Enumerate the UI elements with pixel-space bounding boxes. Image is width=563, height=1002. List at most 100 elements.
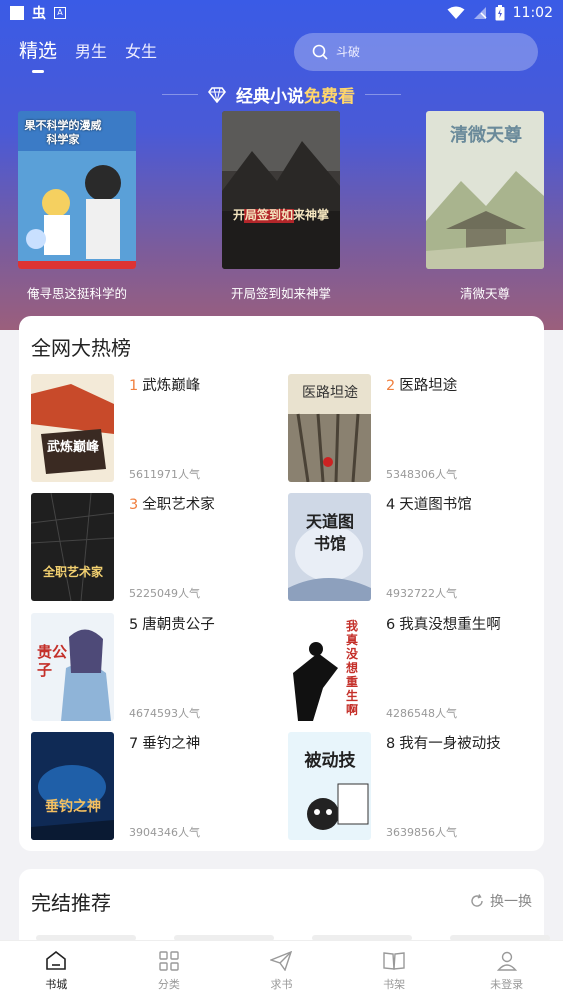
nav-profile[interactable]: 未登录: [450, 941, 563, 1002]
rank-number: 1: [129, 378, 139, 394]
hot-list-card: 全网大热榜 武炼巅峰 1 武炼巅峰 5611971人气 医路坦途 2 医路坦途 53…: [19, 316, 544, 851]
book-cover: 清微天尊: [426, 111, 544, 269]
book-title: 6 我真没想重生啊: [386, 613, 501, 634]
book-name: 武炼巅峰: [142, 378, 201, 394]
banner-divider-right: [365, 94, 401, 95]
nav-label: 书架: [383, 978, 406, 991]
cover-text: 我真没想重生啊: [346, 619, 359, 717]
popularity: 5225049人气: [129, 587, 200, 600]
diamond-icon: [208, 86, 226, 103]
book-item[interactable]: 贵公子 5 唐朝贵公子 4674593人气: [19, 613, 269, 721]
book-name: 垂钓之神: [142, 736, 201, 752]
book-item[interactable]: 天道图书馆 4 天道图书馆 4932722人气: [276, 493, 526, 601]
book-cover: 天道图书馆: [288, 493, 371, 601]
tab-female[interactable]: 女生: [125, 38, 157, 62]
section-title: 完结推荐: [31, 891, 111, 915]
refresh-button[interactable]: 换一换: [470, 891, 532, 911]
featured-book[interactable]: 清微天尊 清微天尊: [415, 111, 555, 302]
refresh-icon: [471, 894, 483, 907]
book-title: 1 武炼巅峰: [129, 374, 200, 395]
book-item[interactable]: 被动技 8 我有一身被动技 3639856人气: [276, 732, 526, 840]
book-cover: 医路坦途: [288, 374, 371, 482]
book-title: 4 天道图书馆: [386, 493, 472, 514]
nav-label: 分类: [157, 978, 180, 991]
popularity: 3639856人气: [386, 826, 457, 839]
nav-label: 求书: [270, 978, 293, 991]
popularity: 5348306人气: [386, 468, 457, 481]
book-name: 我有一身被动技: [399, 736, 501, 752]
clock: 11:02: [512, 5, 553, 21]
rank-number: 5: [129, 617, 139, 633]
cover-text: 被动技: [304, 751, 356, 771]
app-notification-icon: 虫: [32, 6, 46, 22]
home-icon: [46, 951, 67, 970]
search-input[interactable]: [336, 45, 516, 59]
notification-square-icon: [10, 6, 24, 20]
book-cover: 我真没想重生啊: [288, 613, 371, 721]
popularity: 3904346人气: [129, 826, 200, 839]
book-item[interactable]: 武炼巅峰 1 武炼巅峰 5611971人气: [19, 374, 269, 482]
nav-request[interactable]: 求书: [225, 941, 338, 1002]
banner-divider-left: [162, 94, 198, 95]
nav-label: 未登录: [490, 978, 524, 991]
book-name: 我真没想重生啊: [399, 617, 501, 633]
featured-book-title: 俺寻思这挺科学的: [26, 286, 127, 301]
book-title: 3 全职艺术家: [129, 493, 215, 514]
book-item[interactable]: 我真没想重生啊 6 我真没想重生啊 4286548人气: [276, 613, 526, 721]
bottom-nav: 书城 分类 求书 书架 未登录: [0, 940, 563, 1002]
popularity: 4674593人气: [129, 707, 200, 720]
popularity: 4286548人气: [386, 707, 457, 720]
grid-icon: [159, 951, 179, 971]
book-item[interactable]: 垂钓之神 7 垂钓之神 3904346人气: [19, 732, 269, 840]
search-icon: [312, 44, 328, 60]
book-item[interactable]: 全职艺术家 3 全职艺术家 5225049人气: [19, 493, 269, 601]
rank-number: 6: [386, 617, 396, 633]
book-cover: 被动技: [288, 732, 371, 840]
cover-text: 全职艺术家: [42, 565, 103, 579]
nav-bookstore[interactable]: 书城: [0, 941, 113, 1002]
book-item[interactable]: 医路坦途 2 医路坦途 5348306人气: [276, 374, 526, 482]
category-tabs: 精选 男生 女生: [19, 36, 157, 73]
book-cover: 全职艺术家: [31, 493, 114, 601]
rank-number: 7: [129, 736, 139, 752]
featured-book[interactable]: 果不科学的漫威科学家 俺寻思这挺科学的: [7, 111, 147, 302]
cover-text: 果不科学的漫威科学家: [24, 119, 102, 146]
cover-text: 医路坦途: [302, 385, 358, 401]
nav-bookshelf[interactable]: 书架: [338, 941, 451, 1002]
nav-category[interactable]: 分类: [113, 941, 226, 1002]
paper-plane-icon: [270, 951, 293, 971]
book-cover: 垂钓之神: [31, 732, 114, 840]
search-box[interactable]: [294, 33, 538, 71]
book-title: 8 我有一身被动技: [386, 732, 501, 753]
book-name: 医路坦途: [399, 378, 458, 394]
rank-number: 3: [129, 497, 139, 513]
banner-text: 经典小说: [236, 87, 304, 107]
book-name: 全职艺术家: [142, 497, 215, 513]
popularity: 4932722人气: [386, 587, 457, 600]
banner-highlight: 免费看: [304, 87, 355, 107]
section-title: 全网大热榜: [31, 336, 131, 360]
featured-book-title: 开局签到如来神掌: [230, 286, 331, 301]
battery-icon: [495, 5, 505, 21]
cover-text: 武炼巅峰: [46, 440, 99, 455]
book-name: 唐朝贵公子: [142, 617, 215, 633]
tab-male[interactable]: 男生: [75, 38, 107, 62]
free-read-banner: 经典小说免费看: [0, 82, 563, 107]
book-icon: [383, 952, 405, 970]
rank-number: 4: [386, 497, 396, 513]
book-cover: 贵公子: [31, 613, 114, 721]
no-signal-icon: [473, 7, 487, 19]
book-cover: 开局签到如来神掌: [222, 111, 340, 269]
a-badge-icon: A: [54, 7, 66, 19]
featured-book[interactable]: 开局签到如来神掌 开局签到如来神掌: [211, 111, 351, 302]
nav-label: 书城: [45, 978, 68, 991]
tab-featured[interactable]: 精选: [19, 36, 57, 73]
book-title: 7 垂钓之神: [129, 732, 200, 753]
book-title: 5 唐朝贵公子: [129, 613, 215, 634]
cover-text: 天道图书馆: [305, 512, 354, 553]
featured-book-title: 清微天尊: [459, 286, 510, 301]
cover-text: 贵公子: [37, 643, 68, 679]
popularity: 5611971人气: [129, 468, 200, 481]
book-cover: 果不科学的漫威科学家: [18, 111, 136, 269]
user-icon: [496, 951, 517, 971]
